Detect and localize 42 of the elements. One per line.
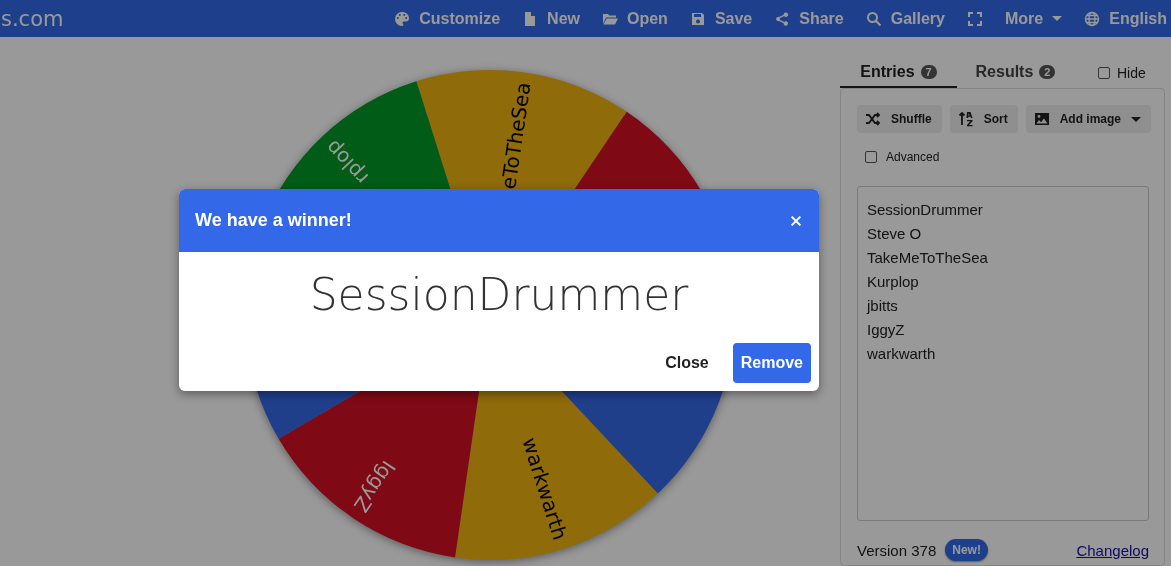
caret-icon <box>1052 16 1063 21</box>
shuffle-icon <box>865 111 881 127</box>
menu-link[interactable]: Open <box>602 9 668 28</box>
new-badge: New! <box>945 539 988 561</box>
menu-link[interactable]: Customize <box>394 9 501 28</box>
wheel-label: eToTheSea <box>496 80 536 191</box>
search-icon <box>865 10 882 27</box>
checkbox[interactable] <box>1098 67 1110 79</box>
share-icon <box>774 10 791 27</box>
language-menu[interactable]: English <box>1084 9 1167 28</box>
count-badge: 2 <box>1039 65 1056 79</box>
tab-label: Entries <box>860 63 915 81</box>
tab[interactable]: Entries 7 <box>840 58 957 88</box>
more-menu[interactable]: More <box>1005 9 1063 28</box>
version-text: Version 378 <box>857 541 937 559</box>
fullscreen-icon <box>967 10 983 27</box>
toolbar-button[interactable]: Shuffle <box>857 105 942 133</box>
image-icon <box>1033 111 1050 127</box>
entries-field[interactable]: SessionDrummer Steve O TakeMeToTheSea Kurplop jbitts IggyZ warkwarth <box>857 186 1149 521</box>
count-badge: 7 <box>920 65 937 79</box>
menu-link[interactable]: Gallery <box>865 9 945 28</box>
close-icon <box>789 213 803 228</box>
tab[interactable]: Results 2 <box>957 58 1074 88</box>
checkbox-label: Hide <box>1117 65 1146 81</box>
tab-label: Results <box>975 63 1034 81</box>
menu-link[interactable]: Share <box>774 9 844 28</box>
toolbar-button[interactable]: Add image <box>1025 105 1151 133</box>
primary-button[interactable]: Remove <box>732 343 811 383</box>
checkbox-label: Advanced <box>886 150 940 164</box>
close-button[interactable] <box>789 213 803 228</box>
palette-icon <box>394 10 411 27</box>
menu-link[interactable]: New <box>522 9 580 28</box>
globe-icon <box>1084 10 1101 27</box>
sort-icon <box>957 111 974 127</box>
site-name: s.com <box>1 6 64 31</box>
menu-link[interactable]: Save <box>689 9 753 28</box>
winner-name: SessionDrummer <box>308 269 690 320</box>
fullscreen-button[interactable] <box>967 10 983 27</box>
toolbar-button[interactable]: Sort <box>949 105 1018 133</box>
text-button[interactable]: Close <box>657 343 717 383</box>
changelog-link[interactable]: Changelog <box>1076 541 1149 559</box>
checkbox[interactable] <box>865 151 877 163</box>
